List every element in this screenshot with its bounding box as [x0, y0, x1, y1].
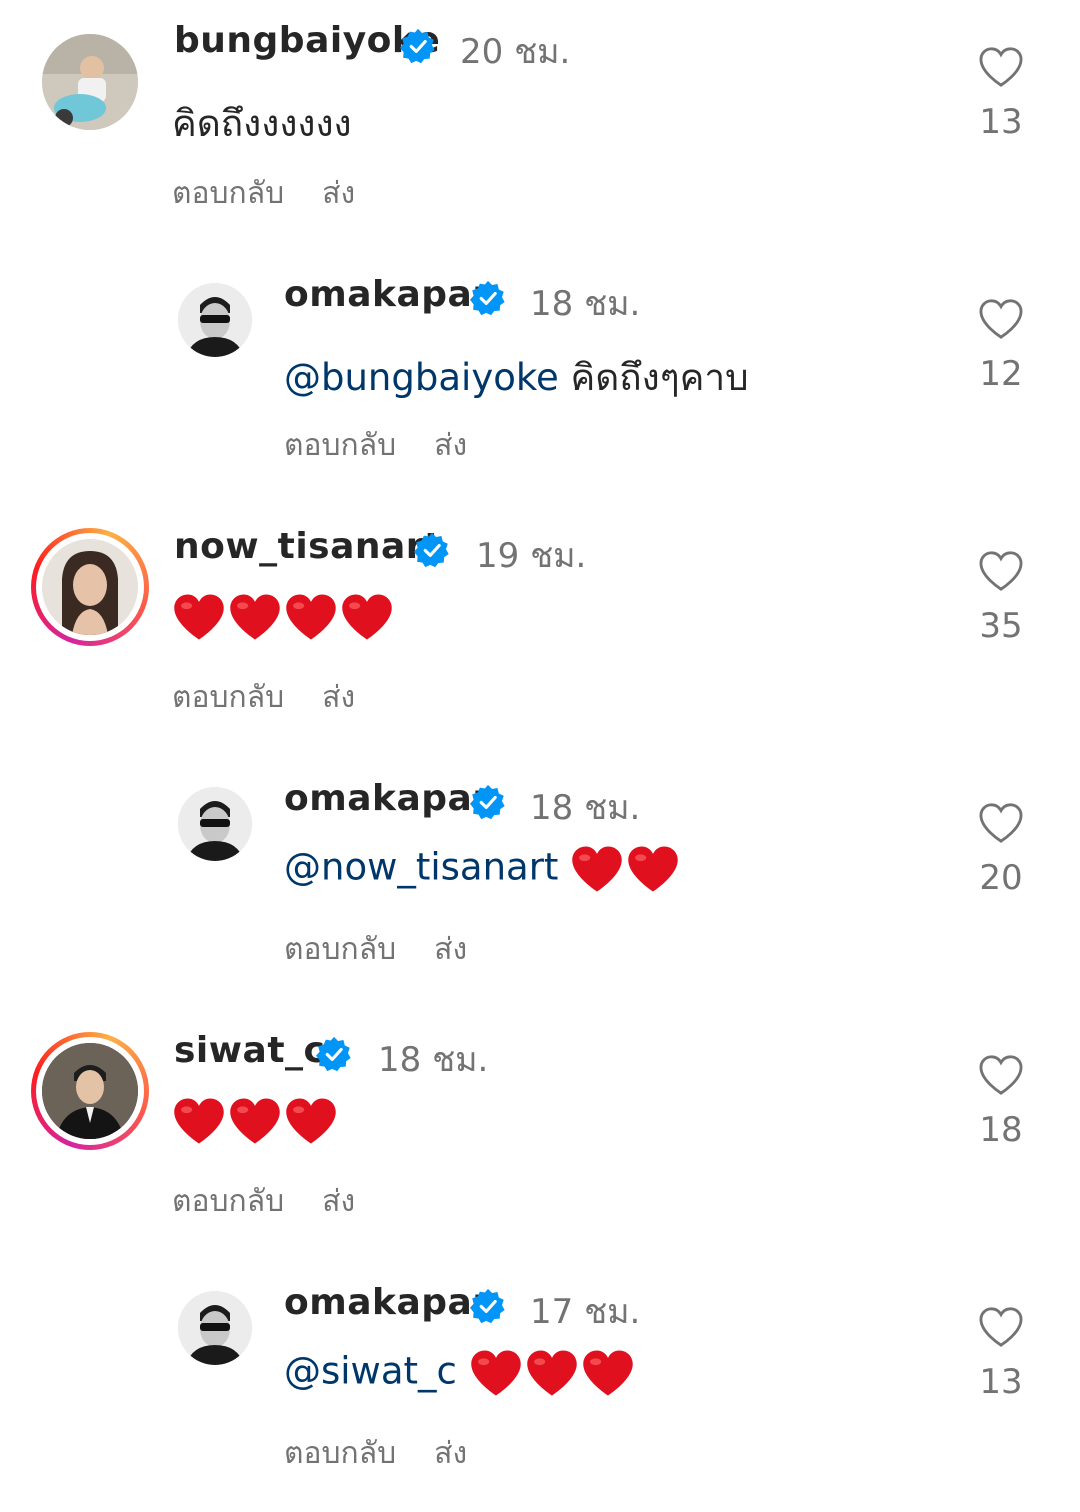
like-count: 13 — [979, 102, 1023, 142]
comment-actions: ตอบกลับ ส่ง — [172, 170, 393, 217]
red-heart-emoji — [572, 846, 622, 892]
comment-time: 17 ชม. — [530, 1292, 641, 1332]
verified-badge-icon — [414, 532, 449, 568]
heart-outline-icon[interactable] — [978, 802, 1024, 844]
comment-text — [172, 592, 396, 642]
reply-button[interactable]: ตอบกลับ — [172, 680, 284, 715]
avatar — [42, 539, 138, 635]
heart-outline-icon[interactable] — [978, 1054, 1024, 1096]
mention-link[interactable]: @now_tisanart — [284, 846, 558, 889]
comment-time: 18 ชม. — [530, 284, 641, 324]
send-button[interactable]: ส่ง — [434, 1436, 467, 1471]
red-heart-emoji — [230, 1098, 280, 1144]
verified-badge-icon — [316, 1036, 351, 1072]
send-button[interactable]: ส่ง — [434, 428, 467, 463]
comment-now-tisanart: now_tisanart 19 ชม. ตอบกลับ ส่ง 35 — [0, 504, 1080, 756]
username[interactable]: omakapan — [284, 1282, 498, 1323]
reply-omakapan-3: omakapan 17 ชม. @siwat_c ตอบกลับ ส่ง 13 — [0, 1260, 1080, 1512]
comment-time: 18 ชม. — [530, 788, 641, 828]
reply-button[interactable]: ตอบกลับ — [284, 932, 396, 967]
red-heart-emoji — [174, 1098, 224, 1144]
avatar[interactable] — [178, 1291, 252, 1365]
heart-emoji-group — [570, 844, 682, 894]
heart-outline-icon[interactable] — [978, 298, 1024, 340]
like-count: 20 — [979, 858, 1023, 898]
comment-actions: ตอบกลับ ส่ง — [284, 926, 505, 973]
reply-text: คิดถึงๆคาบ — [570, 356, 749, 399]
username[interactable]: omakapan — [284, 778, 498, 819]
verified-badge-icon — [400, 28, 435, 64]
verified-badge-icon — [470, 280, 505, 316]
send-button[interactable]: ส่ง — [322, 176, 355, 211]
red-heart-emoji — [174, 594, 224, 640]
heart-outline-icon[interactable] — [978, 550, 1024, 592]
heart-outline-icon[interactable] — [978, 46, 1024, 88]
avatar[interactable] — [178, 787, 252, 861]
heart-outline-icon[interactable] — [978, 1306, 1024, 1348]
red-heart-emoji — [526, 1350, 577, 1396]
reply-button[interactable]: ตอบกลับ — [172, 176, 284, 211]
like-count: 18 — [979, 1110, 1023, 1150]
story-ring[interactable] — [31, 1032, 149, 1150]
send-button[interactable]: ส่ง — [322, 1184, 355, 1219]
mention-link[interactable]: @siwat_c — [284, 1350, 457, 1393]
mention-link[interactable]: @bungbaiyoke — [284, 356, 559, 399]
comment-text: @now_tisanart — [284, 844, 682, 894]
heart-emoji-group — [469, 1348, 637, 1398]
comment-text — [172, 1096, 340, 1146]
red-heart-emoji — [286, 594, 336, 640]
reply-omakapan-2: omakapan 18 ชม. @now_tisanart ตอบกลับ ส่ง… — [0, 756, 1080, 1008]
comment-time: 18 ชม. — [378, 1040, 489, 1080]
username[interactable]: omakapan — [284, 274, 498, 315]
verified-badge-icon — [470, 1288, 505, 1324]
verified-badge-icon — [470, 784, 505, 820]
like-count: 13 — [979, 1362, 1023, 1402]
reply-button[interactable]: ตอบกลับ — [172, 1184, 284, 1219]
send-button[interactable]: ส่ง — [434, 932, 467, 967]
reply-button[interactable]: ตอบกลับ — [284, 428, 396, 463]
username[interactable]: now_tisanart — [174, 526, 442, 567]
red-heart-emoji — [342, 594, 392, 640]
comment-bungbaiyoke: bungbaiyoke 20 ชม. คิดถึงงงงงง ตอบกลับ ส่… — [0, 0, 1080, 252]
comment-text: คิดถึงงงงงง — [172, 102, 352, 145]
send-button[interactable]: ส่ง — [322, 680, 355, 715]
red-heart-emoji — [582, 1350, 633, 1396]
red-heart-emoji — [230, 594, 280, 640]
username[interactable]: siwat_c — [174, 1030, 325, 1071]
comment-siwat-c: siwat_c 18 ชม. ตอบกลับ ส่ง 18 — [0, 1008, 1080, 1260]
comment-actions: ตอบกลับ ส่ง — [284, 422, 505, 469]
avatar — [42, 1043, 138, 1139]
like-count: 12 — [979, 354, 1023, 394]
comment-actions: ตอบกลับ ส่ง — [284, 1430, 505, 1477]
avatar[interactable] — [42, 34, 138, 130]
red-heart-emoji — [628, 846, 678, 892]
story-ring[interactable] — [31, 528, 149, 646]
red-heart-emoji — [470, 1350, 521, 1396]
heart-emoji-group — [172, 1096, 340, 1146]
comment-actions: ตอบกลับ ส่ง — [172, 674, 393, 721]
reply-button[interactable]: ตอบกลับ — [284, 1436, 396, 1471]
comment-time: 20 ชม. — [460, 32, 571, 72]
avatar[interactable] — [178, 283, 252, 357]
reply-omakapan-1: omakapan 18 ชม. @bungbaiyoke คิดถึงๆคาบ … — [0, 252, 1080, 504]
comment-actions: ตอบกลับ ส่ง — [172, 1178, 393, 1225]
comment-text: @bungbaiyoke คิดถึงๆคาบ — [284, 348, 749, 407]
comment-time: 19 ชม. — [476, 536, 587, 576]
red-heart-emoji — [286, 1098, 336, 1144]
heart-emoji-group — [172, 592, 396, 642]
comment-text: @siwat_c — [284, 1348, 637, 1398]
like-count: 35 — [979, 606, 1023, 646]
